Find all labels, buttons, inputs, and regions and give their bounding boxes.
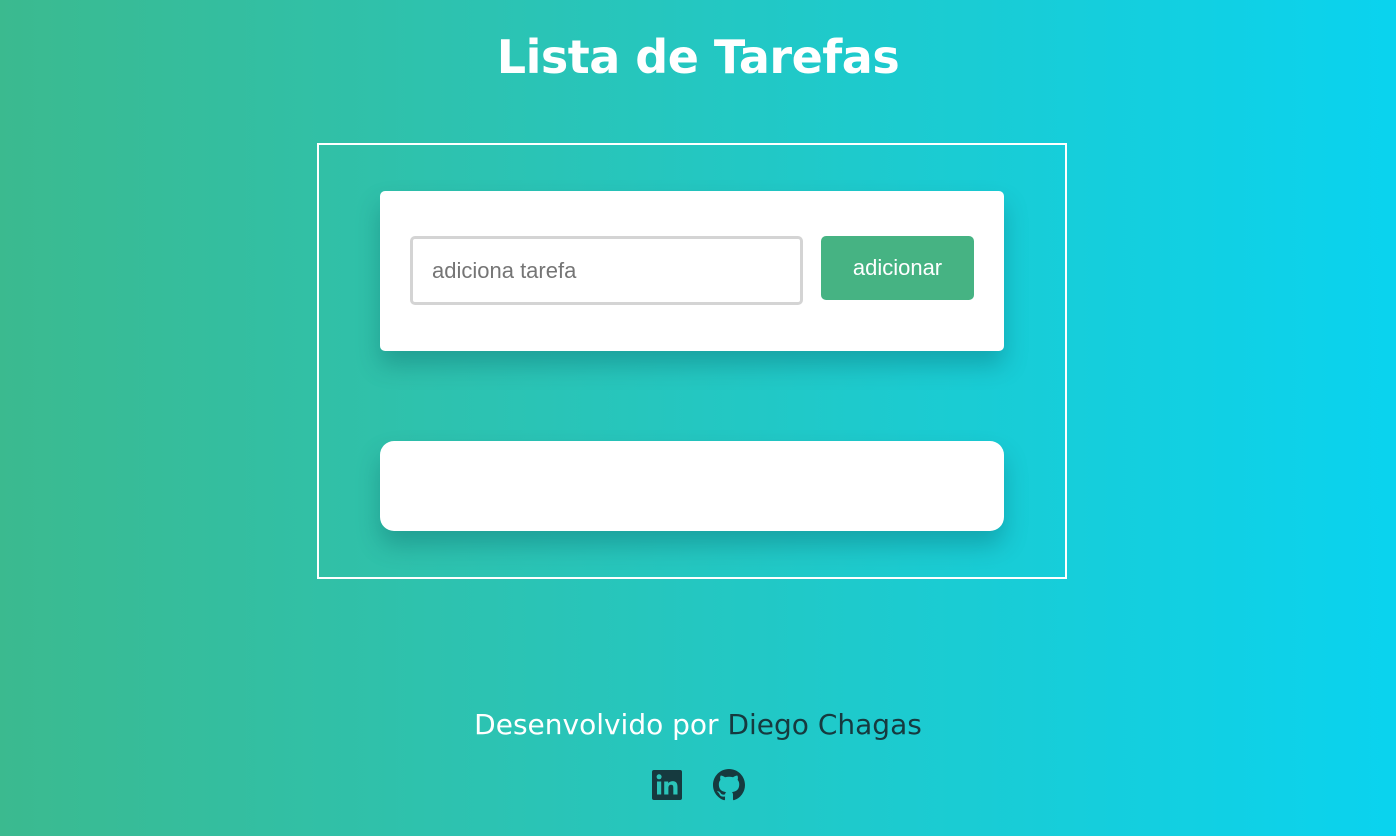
social-links — [0, 769, 1396, 801]
add-task-button[interactable]: adicionar — [821, 236, 974, 300]
add-task-card: adicionar — [380, 191, 1004, 351]
github-link[interactable] — [713, 769, 745, 801]
author-link[interactable]: Diego Chagas — [727, 708, 921, 741]
task-input[interactable] — [410, 236, 803, 305]
linkedin-icon — [652, 770, 682, 800]
footer-prefix: Desenvolvido por — [474, 708, 728, 741]
github-icon — [713, 769, 745, 801]
task-list — [380, 441, 1004, 531]
footer-credit: Desenvolvido por Diego Chagas — [0, 708, 1396, 741]
linkedin-link[interactable] — [651, 769, 683, 801]
page-title: Lista de Tarefas — [496, 30, 900, 84]
